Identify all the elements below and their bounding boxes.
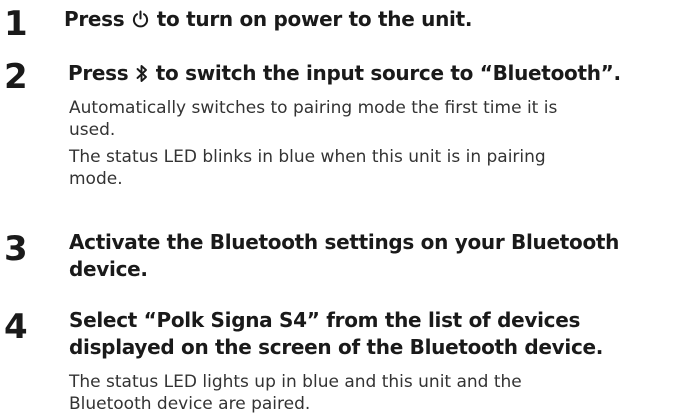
step-2-note-1-line-2: used. [69, 120, 116, 140]
step-2-note-2-line-2: mode. [69, 169, 123, 189]
step-4-note-1-line-2: Bluetooth device are paired. [69, 394, 311, 414]
bluetooth-icon [136, 64, 148, 83]
step-2-heading-post: to switch the input source to “Bluetooth… [155, 61, 621, 85]
step-number-4: 4 [4, 307, 28, 347]
step-number-2: 2 [4, 57, 28, 97]
step-3-heading-line-2: device. [69, 257, 148, 281]
step-1-heading-pre: Press [64, 7, 125, 31]
step-2-heading-pre: Press [68, 61, 129, 85]
step-1-heading-post: to turn on power to the unit. [156, 7, 473, 31]
step-4-note-1-line-1: The status LED lights up in blue and thi… [69, 372, 522, 392]
step-number-1: 1 [4, 4, 28, 44]
step-2-heading: Press to switch the input source to “Blu… [68, 60, 621, 87]
step-number-3: 3 [4, 229, 28, 269]
step-4-heading-line-1: Select “Polk Signa S4” from the list of … [69, 308, 581, 332]
step-3-heading-line-1: Activate the Bluetooth settings on your … [69, 230, 620, 254]
step-2-note-1-line-1: Automatically switches to pairing mode t… [69, 98, 558, 118]
power-icon [132, 10, 149, 29]
step-2-note-2-line-1: The status LED blinks in blue when this … [69, 147, 546, 167]
step-1-heading: Press to turn on power to the unit. [64, 6, 472, 33]
step-4-heading-line-2: displayed on the screen of the Bluetooth… [69, 335, 604, 359]
